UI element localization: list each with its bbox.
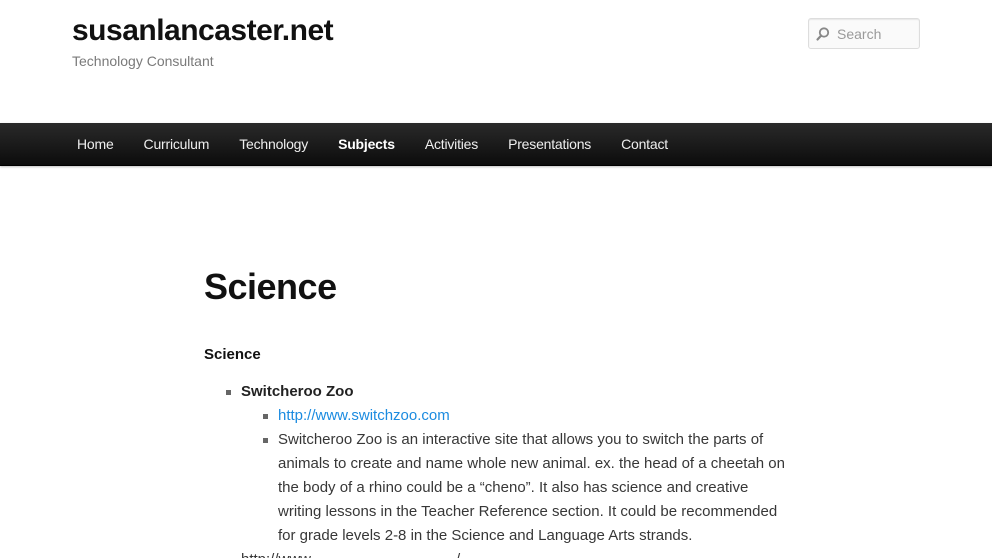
nav-item-contact[interactable]: Contact bbox=[606, 123, 683, 166]
list-item: Switcheroo Zoo http://www.switchzoo.com … bbox=[226, 380, 794, 548]
site-title[interactable]: susanlancaster.net bbox=[72, 14, 334, 48]
main-navigation: Home Curriculum Technology Subjects Acti… bbox=[0, 123, 992, 166]
site-description: Technology Consultant bbox=[72, 53, 214, 69]
section-heading: Science bbox=[204, 346, 261, 363]
nav-item-activities[interactable]: Activities bbox=[410, 123, 493, 166]
sub-list: http://www.switchzoo.com Switcheroo Zoo … bbox=[263, 404, 794, 548]
main-content: Science Science Switcheroo Zoo http://ww… bbox=[204, 264, 794, 548]
list-item: Switcheroo Zoo is an interactive site th… bbox=[263, 428, 794, 548]
search-icon bbox=[809, 20, 837, 48]
cutoff-link-text[interactable]: http://www..............................… bbox=[241, 548, 460, 558]
page-title: Science bbox=[204, 266, 337, 307]
item-description: Switcheroo Zoo is an interactive site th… bbox=[278, 431, 785, 544]
nav-item-curriculum[interactable]: Curriculum bbox=[129, 123, 225, 166]
list-item: http://www.switchzoo.com bbox=[263, 404, 794, 428]
search-input[interactable] bbox=[837, 19, 917, 48]
resource-list: Switcheroo Zoo http://www.switchzoo.com … bbox=[226, 380, 794, 548]
nav-item-technology[interactable]: Technology bbox=[224, 123, 323, 166]
nav-item-presentations[interactable]: Presentations bbox=[493, 123, 606, 166]
nav-item-home[interactable]: Home bbox=[62, 123, 129, 166]
item-title: Switcheroo Zoo bbox=[241, 383, 354, 400]
resource-link[interactable]: http://www.switchzoo.com bbox=[278, 407, 450, 424]
nav-item-subjects[interactable]: Subjects bbox=[323, 123, 410, 166]
search-box[interactable] bbox=[808, 18, 920, 49]
